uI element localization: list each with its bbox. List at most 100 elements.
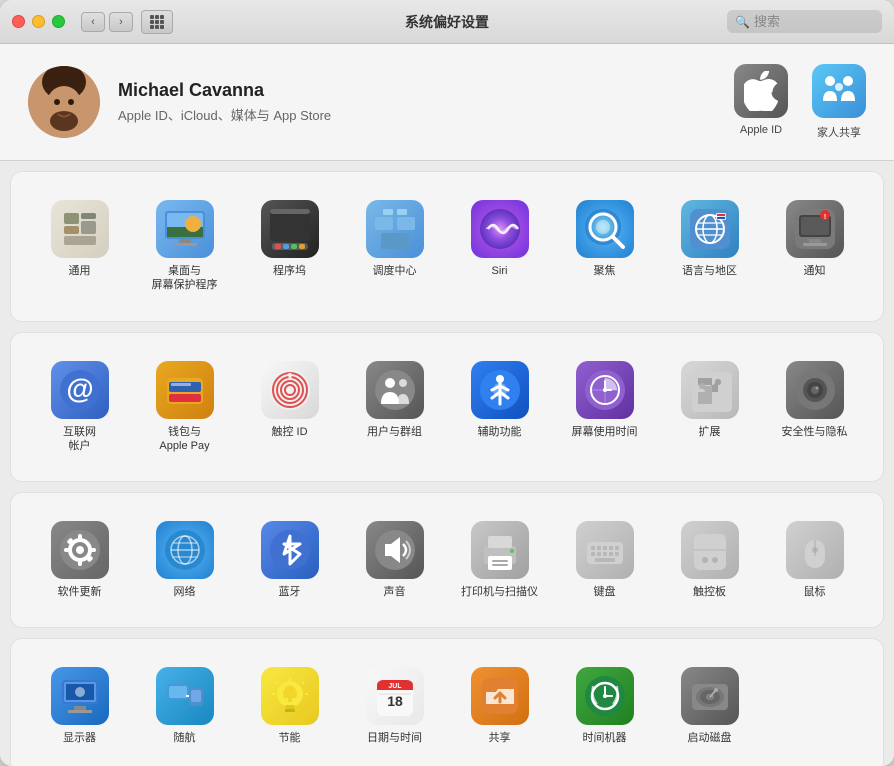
sharing-label: 共享	[489, 731, 511, 745]
spotlight-pref[interactable]: 聚焦	[556, 192, 653, 301]
security-pref[interactable]: 安全性与隐私	[766, 353, 863, 462]
apple-id-button[interactable]: Apple ID	[734, 64, 788, 140]
notifications-pref[interactable]: ! 通知	[766, 192, 863, 301]
spotlight-label: 聚焦	[594, 264, 616, 278]
airdrop-label: 随航	[174, 731, 196, 745]
avatar-face	[28, 66, 100, 138]
siri-icon	[471, 200, 529, 258]
internet-icon: @	[51, 361, 109, 419]
sound-icon	[366, 521, 424, 579]
bluetooth-label: 蓝牙	[279, 585, 301, 599]
screentime-pref[interactable]: 屏幕使用时间	[556, 353, 653, 462]
family-label: 家人共享	[817, 124, 861, 140]
nav-buttons: ‹ ›	[81, 12, 133, 32]
section-account: @ 互联网帐户	[10, 332, 884, 483]
apple-id-icon	[734, 64, 788, 118]
search-input[interactable]	[754, 14, 874, 29]
users-icon	[366, 361, 424, 419]
dock-pref[interactable]: 程序坞	[241, 192, 338, 301]
airdrop-pref[interactable]: 随航	[136, 659, 233, 753]
software-icon	[51, 521, 109, 579]
network-label: 网络	[174, 585, 196, 599]
printer-label: 打印机与扫描仪	[461, 585, 538, 599]
svg-text:@: @	[66, 373, 93, 404]
icon-grid-hardware: 软件更新 网络	[31, 513, 863, 607]
main-window: ‹ › 系统偏好设置 🔍	[0, 0, 894, 766]
mouse-icon	[786, 521, 844, 579]
bluetooth-icon	[261, 521, 319, 579]
back-button[interactable]: ‹	[81, 12, 105, 32]
titlebar: ‹ › 系统偏好设置 🔍	[0, 0, 894, 44]
timemachine-pref[interactable]: 时间机器	[556, 659, 653, 753]
trackpad-icon	[681, 521, 739, 579]
energy-label: 节能	[279, 731, 301, 745]
network-pref[interactable]: 网络	[136, 513, 233, 607]
profile-text: Michael Cavanna Apple ID、iCloud、媒体与 App …	[118, 80, 734, 124]
internet-label: 互联网帐户	[63, 425, 96, 454]
sound-label: 声音	[384, 585, 406, 599]
software-pref[interactable]: 软件更新	[31, 513, 128, 607]
trackpad-label: 触控板	[693, 585, 726, 599]
startup-pref[interactable]: 启动磁盘	[661, 659, 758, 753]
extensions-pref[interactable]: 扩展	[661, 353, 758, 462]
profile-actions: Apple ID 家人共享	[734, 64, 866, 140]
apple-id-label: Apple ID	[740, 124, 782, 136]
startup-label: 启动磁盘	[688, 731, 732, 745]
grid-view-button[interactable]	[141, 10, 173, 34]
section-more: 显示器 随航	[10, 638, 884, 766]
display-icon	[51, 667, 109, 725]
extensions-label: 扩展	[699, 425, 721, 439]
touchid-icon	[261, 361, 319, 419]
profile-section: Michael Cavanna Apple ID、iCloud、媒体与 App …	[0, 44, 894, 161]
datetime-pref[interactable]: 18 JUL 日期与时间	[346, 659, 443, 753]
internet-pref[interactable]: @ 互联网帐户	[31, 353, 128, 462]
avatar[interactable]	[28, 66, 100, 138]
bluetooth-pref[interactable]: 蓝牙	[241, 513, 338, 607]
wallet-pref[interactable]: 钱包与Apple Pay	[136, 353, 233, 462]
grid-icon	[150, 15, 164, 29]
dock-label: 程序坞	[273, 264, 306, 278]
touchid-pref[interactable]: 触控 ID	[241, 353, 338, 462]
mission-icon	[366, 200, 424, 258]
energy-icon	[261, 667, 319, 725]
language-label: 语言与地区	[682, 264, 737, 278]
language-pref[interactable]: 语言与地区	[661, 192, 758, 301]
accessibility-pref[interactable]: 辅助功能	[451, 353, 548, 462]
mission-label: 调度中心	[373, 264, 417, 278]
users-pref[interactable]: 用户与群组	[346, 353, 443, 462]
family-sharing-button[interactable]: 家人共享	[812, 64, 866, 140]
energy-pref[interactable]: 节能	[241, 659, 338, 753]
mission-pref[interactable]: 调度中心	[346, 192, 443, 301]
general-pref[interactable]: 通用	[31, 192, 128, 301]
timemachine-label: 时间机器	[583, 731, 627, 745]
printer-pref[interactable]: 打印机与扫描仪	[451, 513, 548, 607]
siri-label: Siri	[492, 264, 508, 278]
trackpad-pref[interactable]: 触控板	[661, 513, 758, 607]
minimize-button[interactable]	[32, 15, 45, 28]
language-icon	[681, 200, 739, 258]
notifications-label: 通知	[804, 264, 826, 278]
sound-pref[interactable]: 声音	[346, 513, 443, 607]
svg-text:18: 18	[387, 693, 403, 709]
keyboard-label: 键盘	[594, 585, 616, 599]
maximize-button[interactable]	[52, 15, 65, 28]
keyboard-pref[interactable]: 键盘	[556, 513, 653, 607]
startup-icon	[681, 667, 739, 725]
siri-pref[interactable]: Siri	[451, 192, 548, 301]
datetime-icon: 18 JUL	[366, 667, 424, 725]
display-label: 显示器	[63, 731, 96, 745]
section-hardware: 软件更新 网络	[10, 492, 884, 628]
search-box[interactable]: 🔍	[727, 10, 882, 33]
close-button[interactable]	[12, 15, 25, 28]
desktop-pref[interactable]: 桌面与屏幕保护程序	[136, 192, 233, 301]
sharing-pref[interactable]: 共享	[451, 659, 548, 753]
keyboard-icon	[576, 521, 634, 579]
display-pref[interactable]: 显示器	[31, 659, 128, 753]
general-icon	[51, 200, 109, 258]
general-label: 通用	[69, 264, 91, 278]
security-label: 安全性与隐私	[782, 425, 848, 439]
forward-button[interactable]: ›	[109, 12, 133, 32]
mouse-pref[interactable]: 鼠标	[766, 513, 863, 607]
icon-grid-account: @ 互联网帐户	[31, 353, 863, 462]
profile-subtitle: Apple ID、iCloud、媒体与 App Store	[118, 105, 734, 124]
